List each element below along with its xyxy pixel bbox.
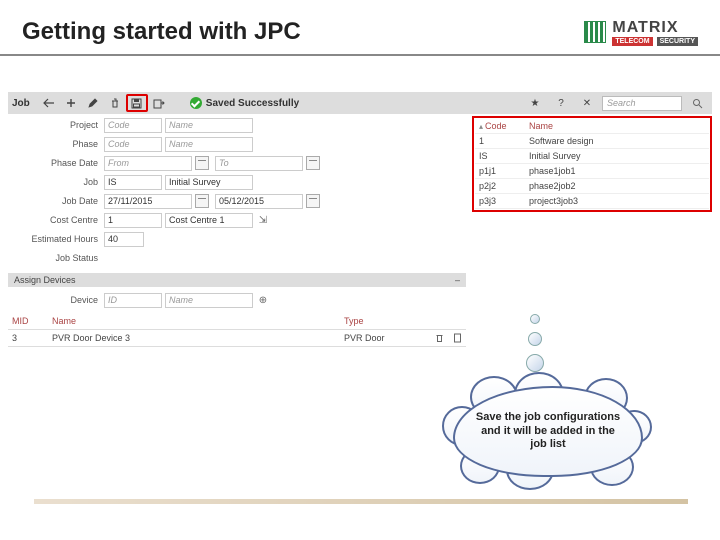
page-title: Getting started with JPC <box>22 18 301 46</box>
search-button[interactable] <box>686 94 708 112</box>
cost-centre-name-input[interactable]: Cost Centre 1 <box>165 213 253 228</box>
search-input[interactable]: Search <box>602 96 682 111</box>
back-arrow-icon <box>43 98 55 108</box>
logo-main-text: MATRIX <box>612 19 698 37</box>
job-list-row[interactable]: 1 Software design <box>475 134 709 149</box>
back-button[interactable] <box>38 94 60 112</box>
callout-text: Save the job configurations and it will … <box>473 411 623 452</box>
help-button[interactable]: ? <box>550 94 572 112</box>
footer-divider <box>34 499 688 504</box>
est-hours-input[interactable]: 40 <box>104 232 144 247</box>
phase-date-to-input[interactable]: To <box>215 156 303 171</box>
job-label: Job <box>8 177 104 187</box>
toolbar: Job Saved Successfully ★ ? ✕ Search <box>8 92 712 114</box>
calendar-icon[interactable] <box>306 194 320 208</box>
add-button[interactable] <box>60 94 82 112</box>
row-delete-button[interactable] <box>430 330 448 346</box>
calendar-icon[interactable] <box>195 156 209 170</box>
collapse-icon: – <box>455 275 460 285</box>
callout-bubbles <box>526 314 544 372</box>
job-list-panel: ▴Code Name 1 Software design IS Initial … <box>472 116 712 212</box>
plus-icon <box>66 98 76 108</box>
device-label: Device <box>8 295 104 305</box>
cost-centre-code-input[interactable]: 1 <box>104 213 162 228</box>
help-icon: ? <box>558 98 564 109</box>
bubble-icon <box>526 354 544 372</box>
row-edit-button[interactable] <box>448 330 466 346</box>
job-list-row[interactable]: p2j2 phase2job2 <box>475 179 709 194</box>
device-table-row[interactable]: 3 PVR Door Device 3 PVR Door <box>8 330 466 347</box>
close-icon: ✕ <box>583 98 591 109</box>
est-hours-label: Estimated Hours <box>8 234 104 244</box>
job-list-header: ▴Code Name <box>475 119 709 134</box>
expand-arrow-icon[interactable]: ⇲ <box>256 213 270 227</box>
saved-status: Saved Successfully <box>190 97 299 109</box>
device-id-input[interactable]: ID <box>104 293 162 308</box>
phase-name-input[interactable]: Name <box>165 137 253 152</box>
edit-button[interactable] <box>82 94 104 112</box>
close-button[interactable]: ✕ <box>576 94 598 112</box>
trash-icon <box>435 333 444 343</box>
save-button[interactable] <box>126 94 148 112</box>
save-icon <box>131 98 142 109</box>
project-name-input[interactable]: Name <box>165 118 253 133</box>
bubble-icon <box>530 314 540 324</box>
logo-sub-telecom: TELECOM <box>612 37 652 46</box>
job-status-label: Job Status <box>8 253 104 263</box>
matrix-logo-icon <box>584 21 606 43</box>
success-check-icon <box>190 97 202 109</box>
phase-code-input[interactable]: Code <box>104 137 162 152</box>
favorite-button[interactable]: ★ <box>524 94 546 112</box>
job-code-input[interactable]: IS <box>104 175 162 190</box>
job-list-row[interactable]: p1j1 phase1job1 <box>475 164 709 179</box>
calendar-icon[interactable] <box>306 156 320 170</box>
delete-button[interactable] <box>104 94 126 112</box>
brand-logo: MATRIX TELECOM SECURITY <box>584 19 698 46</box>
bubble-icon <box>528 332 542 346</box>
project-code-input[interactable]: Code <box>104 118 162 133</box>
logo-sub-security: SECURITY <box>657 37 698 46</box>
phase-label: Phase <box>8 139 104 149</box>
job-name-input[interactable]: Initial Survey <box>165 175 253 190</box>
project-label: Project <box>8 120 104 130</box>
device-table-header: MID Name Type <box>8 313 466 330</box>
search-icon <box>692 98 703 109</box>
pencil-icon <box>88 98 98 108</box>
job-date-label: Job Date <box>8 196 104 206</box>
trash-icon <box>110 98 120 109</box>
assign-devices-section[interactable]: Assign Devices – <box>8 273 466 287</box>
sort-asc-icon[interactable]: ▴ <box>479 122 483 131</box>
job-list-row[interactable]: p3j3 project3job3 <box>475 194 709 209</box>
add-device-icon[interactable]: ⊕ <box>256 293 270 307</box>
job-list-row[interactable]: IS Initial Survey <box>475 149 709 164</box>
phase-date-label: Phase Date <box>8 158 104 168</box>
page-icon <box>453 333 462 343</box>
device-name-input[interactable]: Name <box>165 293 253 308</box>
callout-cloud: Save the job configurations and it will … <box>448 376 648 482</box>
export-button[interactable] <box>148 94 170 112</box>
cost-centre-label: Cost Centre <box>8 215 104 225</box>
job-date-from-input[interactable]: 27/11/2015 <box>104 194 192 209</box>
calendar-icon[interactable] <box>195 194 209 208</box>
star-icon: ★ <box>531 98 540 109</box>
phase-date-from-input[interactable]: From <box>104 156 192 171</box>
export-icon <box>153 98 165 109</box>
toolbar-section-label: Job <box>12 98 30 109</box>
job-date-to-input[interactable]: 05/12/2015 <box>215 194 303 209</box>
